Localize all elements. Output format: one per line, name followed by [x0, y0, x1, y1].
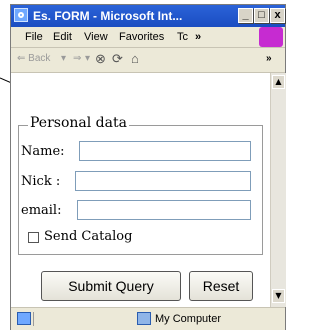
name-input[interactable]	[79, 141, 251, 161]
vertical-scrollbar[interactable]: ▲ ▼	[270, 73, 286, 307]
internet-explorer-icon	[14, 8, 28, 22]
email-input[interactable]	[77, 200, 251, 220]
minimize-button[interactable]: _	[238, 8, 253, 23]
toolbar-overflow-chevron[interactable]: »	[266, 53, 272, 64]
menu-view[interactable]: View	[84, 31, 108, 43]
zone-label: My Computer	[155, 313, 222, 325]
name-label: Name:	[21, 144, 65, 159]
title-bar[interactable]: Es. FORM - Microsoft Int... _ □ x	[11, 5, 285, 27]
standard-toolbar: ⇐ Back ▾ ⇒ ▾ ⊗ ⟳ ⌂ »	[11, 48, 285, 73]
reset-button[interactable]: Reset	[189, 271, 253, 301]
scroll-up-arrow-icon[interactable]: ▲	[272, 75, 285, 89]
menu-overflow-chevron[interactable]: »	[195, 31, 201, 43]
back-arrow-icon: ⇐	[17, 53, 26, 64]
status-divider	[33, 312, 34, 326]
fieldset-legend: Personal data	[28, 115, 129, 131]
back-button[interactable]: ⇐ Back	[17, 53, 50, 64]
email-label: email:	[21, 203, 62, 218]
window-title: Es. FORM - Microsoft Int...	[33, 9, 183, 23]
close-button[interactable]: x	[270, 8, 285, 23]
menu-bar: File Edit View Favorites Tc »	[11, 27, 285, 48]
my-computer-icon	[137, 312, 151, 325]
forward-button[interactable]: ⇒	[73, 53, 81, 64]
menu-favorites[interactable]: Favorites	[119, 31, 164, 43]
send-catalog-label: Send Catalog	[44, 229, 133, 244]
nick-input[interactable]	[75, 171, 251, 191]
submit-query-button[interactable]: Submit Query	[41, 271, 181, 301]
back-label: Back	[28, 53, 51, 64]
menu-edit[interactable]: Edit	[53, 31, 72, 43]
menu-file[interactable]: File	[25, 31, 43, 43]
status-bar: My Computer	[11, 307, 285, 330]
page-content: Personal data Name: Nick : email: Send C…	[11, 73, 270, 307]
nick-label: Nick :	[21, 174, 61, 189]
page-status-icon	[17, 312, 31, 325]
stop-icon[interactable]: ⊗	[95, 51, 106, 67]
windows-logo-icon	[259, 27, 283, 47]
back-dropdown-icon[interactable]: ▾	[61, 53, 66, 64]
scroll-down-arrow-icon[interactable]: ▼	[272, 289, 285, 303]
home-icon[interactable]: ⌂	[131, 51, 139, 66]
send-catalog-checkbox[interactable]	[28, 232, 39, 243]
browser-window: Es. FORM - Microsoft Int... _ □ x File E…	[10, 4, 286, 330]
forward-dropdown-icon[interactable]: ▾	[85, 53, 90, 64]
menu-tools[interactable]: Tc	[177, 31, 188, 43]
refresh-icon[interactable]: ⟳	[112, 51, 123, 67]
maximize-button[interactable]: □	[254, 8, 269, 23]
